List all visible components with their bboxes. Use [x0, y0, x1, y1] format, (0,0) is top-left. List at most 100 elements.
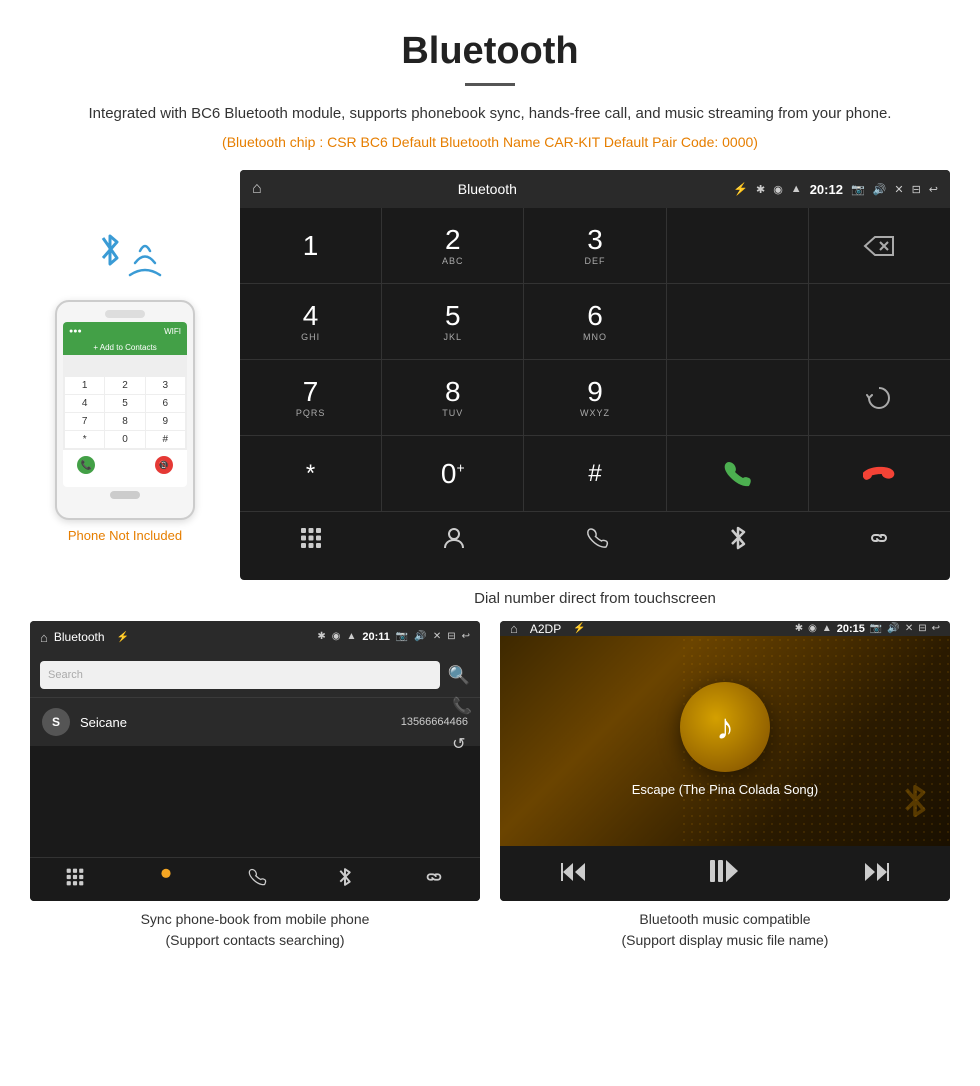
phone-input-bar [63, 355, 187, 375]
phone-end-btn[interactable]: 📵 [155, 456, 173, 474]
main-section: ●●● WIFI + Add to Contacts 123 456 789 *… [0, 160, 980, 621]
car-back-icon[interactable]: ↩ [929, 183, 938, 196]
dial-key-6[interactable]: 6 MNO [524, 284, 665, 359]
orange-info: (Bluetooth chip : CSR BC6 Default Blueto… [60, 134, 920, 150]
pb-bt-bottom-icon[interactable] [337, 866, 353, 893]
car-dial-section: ⌂ Bluetooth ⚡ ✱ ◉ ▲ 20:12 📷 🔊 ✕ ⊟ ↩ [240, 170, 950, 621]
dial-bt-icon[interactable] [728, 524, 748, 558]
car-gps-icon: ◉ [773, 183, 783, 196]
dial-key-1[interactable]: 1 [240, 208, 381, 283]
pb-cam-icon: 📷 [396, 631, 408, 643]
phone-home-button [110, 491, 140, 499]
pb-bt-icon: ✱ [317, 631, 325, 643]
car-dial-ui: ⌂ Bluetooth ⚡ ✱ ◉ ▲ 20:12 📷 🔊 ✕ ⊟ ↩ [240, 170, 950, 580]
music-item: ⌂ A2DP ⚡ ✱ ◉ ▲ 20:15 📷 🔊 ✕ ⊟ ↩ [500, 621, 950, 955]
music-x-icon[interactable]: ✕ [905, 623, 913, 634]
music-screenshot: ⌂ A2DP ⚡ ✱ ◉ ▲ 20:15 📷 🔊 ✕ ⊟ ↩ [500, 621, 950, 901]
phonebook-caption: Sync phone-book from mobile phone(Suppor… [30, 901, 480, 955]
music-home-icon[interactable]: ⌂ [510, 621, 518, 636]
dial-backspace[interactable] [809, 208, 950, 283]
dial-grid: 1 2 ABC 3 DEF [240, 208, 950, 511]
pb-usb-icon: ⚡ [117, 632, 129, 643]
dial-key-9[interactable]: 9 WXYZ [524, 360, 665, 435]
pb-bottom-bar [30, 857, 480, 901]
music-bt-icon: ✱ [795, 623, 803, 634]
car-close-icon[interactable]: ✕ [894, 183, 903, 196]
pb-search-placeholder: Search [48, 669, 83, 681]
dial-key-2[interactable]: 2 ABC [382, 208, 523, 283]
dial-key-8[interactable]: 8 TUV [382, 360, 523, 435]
dial-call-green[interactable] [667, 436, 808, 511]
dial-key-4[interactable]: 4 GHI [240, 284, 381, 359]
dial-key-hash[interactable]: # [524, 436, 665, 511]
pb-keypad-icon[interactable] [65, 867, 85, 892]
dial-bottom-bar [240, 511, 950, 570]
pb-link-icon[interactable] [423, 866, 445, 893]
car-time: 20:12 [810, 182, 843, 197]
car-screen-icon[interactable]: ⊟ [912, 183, 921, 196]
dial-key-star[interactable]: * [240, 436, 381, 511]
title-divider [465, 83, 515, 86]
car-vol-icon: 🔊 [873, 183, 887, 196]
pb-back-icon[interactable]: ↩ [462, 631, 470, 643]
music-wifi-icon: ▲ [822, 623, 832, 634]
pb-side-refresh[interactable]: ↺ [452, 734, 472, 754]
car-status-icons: ✱ ◉ ▲ 20:12 📷 🔊 ✕ ⊟ ↩ [756, 182, 938, 197]
music-album-art: ♪ [680, 682, 770, 772]
pb-time: 20:11 [362, 631, 390, 643]
pb-title: Bluetooth [54, 630, 105, 644]
bt-signal-graphic [85, 210, 165, 290]
phonebook-screenshot: ⌂ Bluetooth ⚡ ✱ ◉ ▲ 20:11 📷 🔊 ✕ ⊟ ↩ [30, 621, 480, 901]
music-caption: Bluetooth music compatible(Support displ… [500, 901, 950, 955]
music-prev-btn[interactable] [561, 861, 587, 889]
pb-screen-icon[interactable]: ⊟ [447, 631, 455, 643]
pb-gps-icon: ◉ [332, 631, 341, 643]
pb-user-icon[interactable] [155, 866, 177, 893]
phone-screen: ●●● WIFI + Add to Contacts 123 456 789 *… [63, 322, 187, 487]
pb-side-icons: 📞 ↺ [452, 696, 472, 754]
music-back-icon[interactable]: ↩ [932, 623, 940, 634]
contact-avatar: S [42, 708, 70, 736]
pb-search-input[interactable]: Search [40, 661, 440, 689]
phone-notch [105, 310, 145, 318]
phone-call-btn[interactable]: 📞 [77, 456, 95, 474]
dial-key-3[interactable]: 3 DEF [524, 208, 665, 283]
pb-search-bar: Search 🔍 [30, 653, 480, 697]
dial-caption: Dial number direct from touchscreen [240, 580, 950, 621]
phone-add-contact-bar: + Add to Contacts [63, 340, 187, 355]
dial-link-icon[interactable] [867, 526, 891, 556]
pb-phone-icon[interactable] [247, 866, 267, 893]
pb-contact-row[interactable]: S Seicane 13566664466 [30, 697, 480, 746]
dial-contact-icon[interactable] [442, 526, 466, 556]
music-time: 20:15 [837, 623, 865, 635]
phone-mock: ●●● WIFI + Add to Contacts 123 456 789 *… [55, 300, 195, 520]
car-status-title: Bluetooth [250, 181, 725, 197]
dial-phone-icon[interactable] [585, 526, 609, 556]
dial-key-5[interactable]: 5 JKL [382, 284, 523, 359]
dial-refresh[interactable] [809, 360, 950, 435]
page-header: Bluetooth Integrated with BC6 Bluetooth … [0, 0, 980, 160]
music-title-status: A2DP [530, 622, 561, 636]
music-play-btn[interactable] [710, 858, 740, 891]
music-next-btn[interactable] [863, 861, 889, 889]
car-status-bar: ⌂ Bluetooth ⚡ ✱ ◉ ▲ 20:12 📷 🔊 ✕ ⊟ ↩ [240, 170, 950, 208]
car-bt-status: ✱ [756, 183, 765, 196]
dial-keypad-icon[interactable] [299, 526, 323, 556]
dial-end-red[interactable] [809, 436, 950, 511]
pb-wifi-icon: ▲ [346, 631, 356, 643]
phone-status-bar: ●●● WIFI [63, 322, 187, 340]
pb-status-icons: ✱ ◉ ▲ 20:11 📷 🔊 ✕ ⊟ ↩ [317, 631, 470, 643]
music-note-icon: ♪ [716, 706, 734, 748]
music-bt-watermark [900, 781, 930, 826]
dial-key-7[interactable]: 7 PQRS [240, 360, 381, 435]
pb-search-icon[interactable]: 🔍 [448, 665, 470, 686]
music-gps-icon: ◉ [808, 623, 817, 634]
dial-empty-1 [667, 208, 808, 283]
pb-home-icon[interactable]: ⌂ [40, 630, 48, 645]
pb-side-call[interactable]: 📞 [452, 696, 472, 716]
dial-key-0[interactable]: 0+ [382, 436, 523, 511]
dial-empty-4 [667, 360, 808, 435]
pb-x-icon[interactable]: ✕ [433, 631, 441, 643]
contact-name: Seicane [80, 715, 391, 730]
music-screen-icon[interactable]: ⊟ [918, 623, 926, 634]
